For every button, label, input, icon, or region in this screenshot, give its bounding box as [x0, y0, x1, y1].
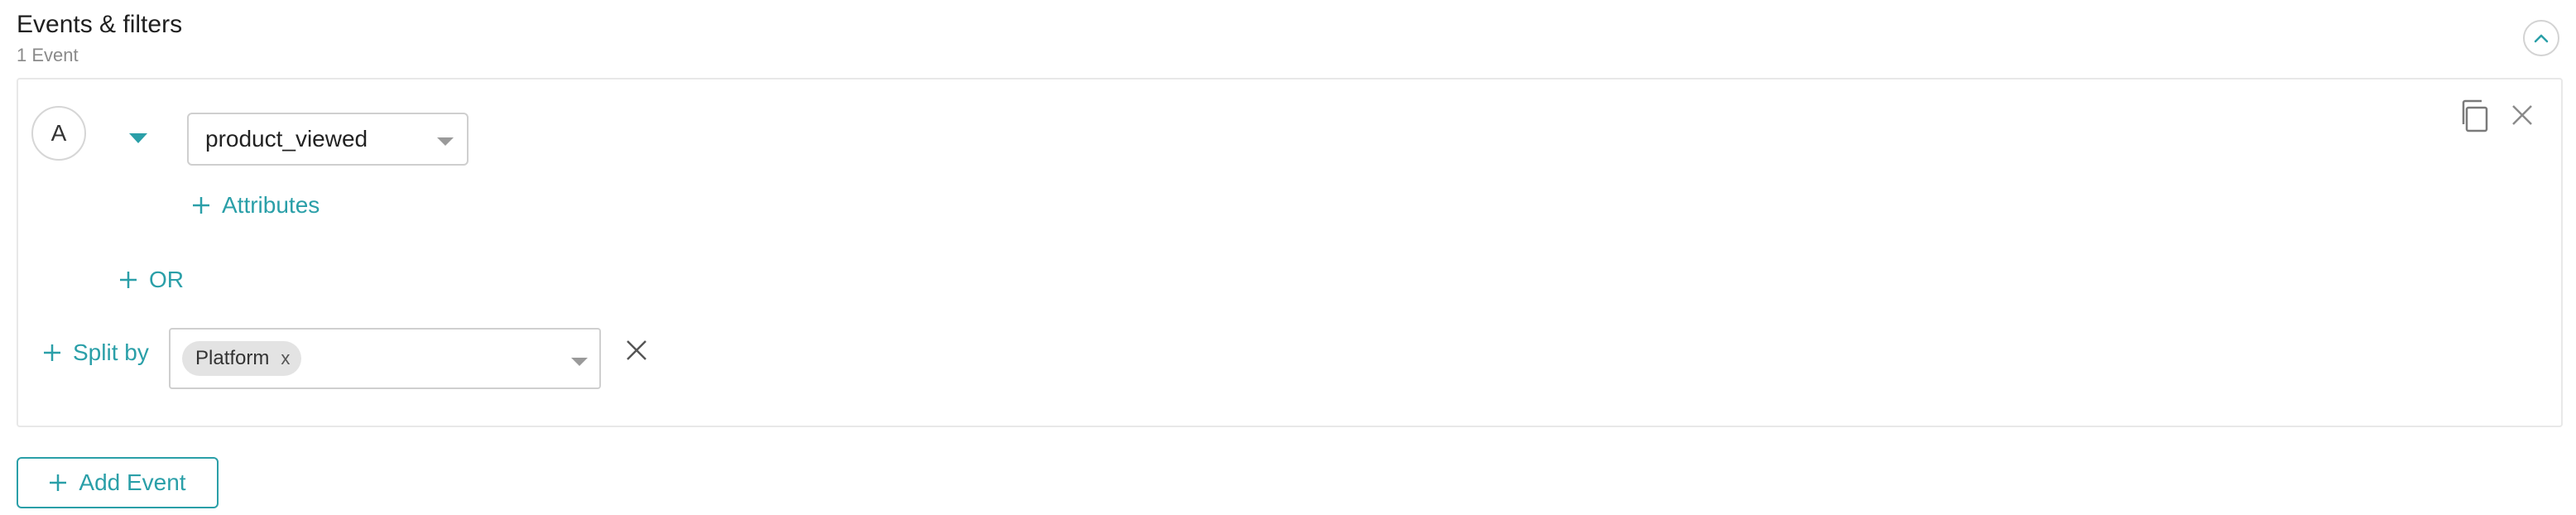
chevron-up-icon	[2534, 34, 2549, 43]
collapse-button[interactable]	[2523, 20, 2559, 56]
plus-icon	[44, 344, 60, 361]
split-chip: Platform x	[182, 341, 302, 376]
remove-event-button[interactable]	[2511, 104, 2533, 130]
add-or-label: OR	[149, 267, 184, 292]
chip-remove-button[interactable]: x	[281, 348, 290, 369]
split-by-select[interactable]: Platform x	[169, 328, 601, 389]
event-count: 1 Event	[17, 45, 79, 65]
add-event-button[interactable]: Add Event	[17, 457, 219, 508]
split-by-button[interactable]: Split by	[43, 336, 149, 369]
caret-down-icon	[129, 133, 147, 143]
duplicate-event-button[interactable]	[2462, 99, 2492, 137]
plus-icon	[120, 272, 137, 288]
copy-icon	[2462, 99, 2488, 132]
add-event-label: Add Event	[79, 469, 186, 495]
add-or-button[interactable]: OR	[119, 263, 184, 296]
split-by-label: Split by	[73, 339, 149, 365]
section-title: Events & filters	[17, 11, 183, 38]
add-attributes-label: Attributes	[222, 192, 320, 218]
remove-split-button[interactable]	[626, 339, 647, 365]
expand-event-caret[interactable]	[129, 132, 147, 147]
event-select[interactable]: product_viewed	[187, 113, 469, 166]
event-letter-badge: A	[31, 106, 86, 161]
plus-icon	[193, 197, 209, 214]
caret-down-icon	[437, 137, 454, 146]
close-icon	[2512, 105, 2532, 125]
close-icon	[627, 340, 646, 360]
caret-down-icon	[571, 358, 588, 366]
plus-icon	[50, 474, 67, 491]
event-select-value: product_viewed	[205, 126, 368, 152]
split-chip-label: Platform	[195, 347, 270, 369]
add-attributes-button[interactable]: Attributes	[192, 189, 320, 222]
